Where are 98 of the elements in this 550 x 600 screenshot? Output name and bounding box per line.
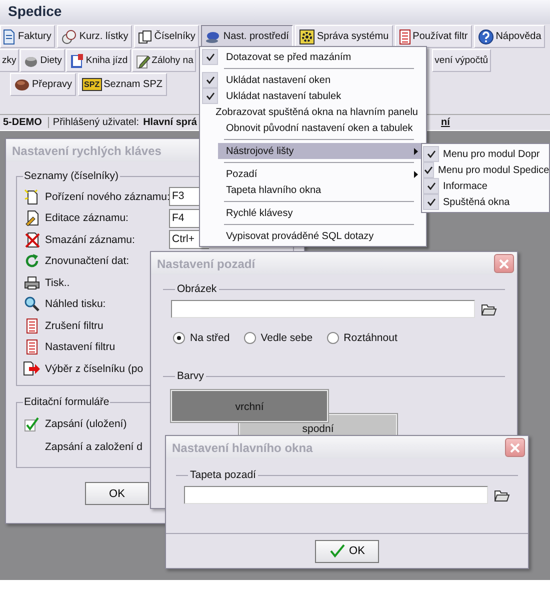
dialog-title: Nastavení pozadí [157, 256, 256, 270]
toolbar-button[interactable]: zky [0, 49, 20, 72]
radio-circle[interactable] [244, 332, 256, 344]
submenu-arrow-icon [414, 148, 418, 154]
toolbar-button[interactable]: Nast. prostředí [201, 25, 293, 48]
version-label: 5-DEMO [3, 117, 49, 128]
shortcut-label: Zapsání (uložení) [45, 418, 128, 430]
submenu-arrow-icon [414, 170, 418, 178]
button-label: Číselníky [154, 31, 196, 42]
close-button[interactable] [494, 254, 514, 273]
button-label: Přepravy [32, 79, 72, 90]
toolbar-button[interactable]: Přepravy [10, 73, 76, 96]
group-label: Obrázek [177, 283, 217, 295]
group-label: Editační formuláře [23, 396, 110, 408]
group-label: Barvy [177, 370, 204, 382]
group-label: Tapeta pozadí [190, 469, 256, 481]
toolbar-button[interactable]: Nápověda [474, 25, 546, 48]
button-label: Zálohy na [152, 55, 194, 66]
button-label: Kurz. lístky [79, 31, 128, 42]
button-label: Faktury [18, 31, 52, 42]
shortcut-label: Náhled tisku: [45, 298, 107, 310]
ok-button[interactable]: OK [315, 540, 379, 562]
toolbar-button[interactable]: Kniha jízd [66, 49, 131, 72]
menu-item[interactable]: Spuštěná okna [423, 194, 548, 210]
box-icon [14, 78, 30, 92]
close-button[interactable] [505, 438, 525, 457]
input-field[interactable] [171, 300, 475, 318]
menu-item[interactable]: Menu pro modul Spedice [423, 162, 548, 178]
button-label: Seznam SPZ [104, 79, 162, 90]
menu-item[interactable]: Nástrojové lišty [202, 143, 424, 159]
help-icon [478, 28, 494, 44]
ok-button[interactable]: OK [85, 482, 149, 505]
menu-item[interactable]: Ukládat nastavení tabulek [202, 88, 424, 104]
button-label: Diety [40, 55, 62, 66]
user-label: Přihlášený uživatel: [52, 117, 140, 128]
radio-circle[interactable] [173, 332, 185, 344]
document-icon [2, 28, 16, 44]
toolbar-button[interactable]: Číselníky [134, 25, 200, 48]
radio-button[interactable]: Roztáhnout [326, 332, 398, 344]
button-label: Nápověda [496, 31, 542, 42]
menu-item[interactable]: Obnovit původní nastavení oken a tabulek [202, 120, 424, 136]
book-icon [68, 52, 85, 68]
shortcut-label: Zapsání a založení d [45, 440, 144, 452]
button-label: Kniha jízd [86, 55, 128, 66]
shortcut-label: Zrušení filtru [45, 320, 104, 332]
shortcut-label: Editace záznamu: [45, 212, 130, 224]
shortcut-label: Nastavení filtru [45, 341, 116, 354]
toolbar-button[interactable]: vení výpočtů [432, 49, 491, 72]
close-icon [499, 258, 509, 268]
filter-icon [26, 318, 38, 334]
pick-arrow-icon [23, 360, 41, 377]
button-label: Nast. prostředí [223, 31, 289, 42]
refresh-icon [24, 253, 40, 270]
menu-item[interactable]: Zobrazovat spuštěná okna na hlavním panelu [202, 104, 424, 120]
folder-icon [481, 302, 497, 316]
menu-item[interactable]: Informace [423, 178, 548, 194]
menu-item[interactable]: Pozadí [202, 166, 424, 182]
edit-icon [24, 210, 40, 226]
plate-badge: SPZ [82, 78, 102, 91]
search-icon [24, 296, 40, 312]
toolbar-button[interactable]: Používat filtr [394, 25, 472, 48]
close-icon [510, 442, 520, 452]
toolbar-button[interactable]: Zálohy na [132, 49, 196, 72]
toolbar-button[interactable]: Diety [20, 49, 65, 72]
shortcut-label: Tisk.. [45, 276, 71, 289]
window-title: Spedice [0, 0, 550, 24]
status-text: ní [441, 117, 450, 128]
new-document-icon [24, 188, 40, 205]
toolbar-button[interactable]: Faktury [0, 25, 56, 48]
delete-icon [24, 232, 40, 248]
button-label: Správa systému [316, 31, 389, 42]
toolbar-button[interactable]: SPZ Seznam SPZ [78, 73, 166, 96]
check-icon [24, 416, 40, 432]
color-swatch[interactable]: vrchní [171, 390, 328, 422]
menu-item[interactable]: Ukládat nastavení oken [202, 72, 424, 88]
pencil-icon [134, 52, 151, 68]
shortcut-label: Smazání záznamu: [45, 234, 136, 246]
radio-button[interactable]: Na střed [173, 332, 230, 344]
radio-button[interactable]: Vedle sebe [244, 332, 313, 344]
toolbar-button[interactable]: Kurz. lístky [57, 25, 132, 48]
user-name: Hlavní sprá [143, 117, 197, 128]
button-label: Používat filtr [412, 31, 468, 42]
group-label: Seznamy (číselníky) [23, 170, 120, 182]
gear-icon [298, 28, 315, 44]
printer-icon [24, 274, 40, 291]
radio-circle[interactable] [326, 332, 339, 344]
toolbar-button[interactable]: Správa systému [294, 25, 393, 48]
filter-icon [26, 339, 38, 356]
folder-icon [494, 488, 510, 502]
check-icon [206, 53, 214, 61]
check-icon [329, 544, 346, 558]
cards-icon [138, 30, 152, 44]
dialog-title: Nastavení rychlých kláves [12, 144, 162, 158]
menu-item[interactable]: Dotazovat se před mazáním [202, 49, 424, 65]
coins-icon [61, 28, 78, 44]
menu-item[interactable]: Menu pro modul Dopr [423, 146, 548, 162]
shortcut-label: Výběr z číselníku (po [45, 362, 144, 375]
input-field[interactable] [184, 486, 488, 504]
